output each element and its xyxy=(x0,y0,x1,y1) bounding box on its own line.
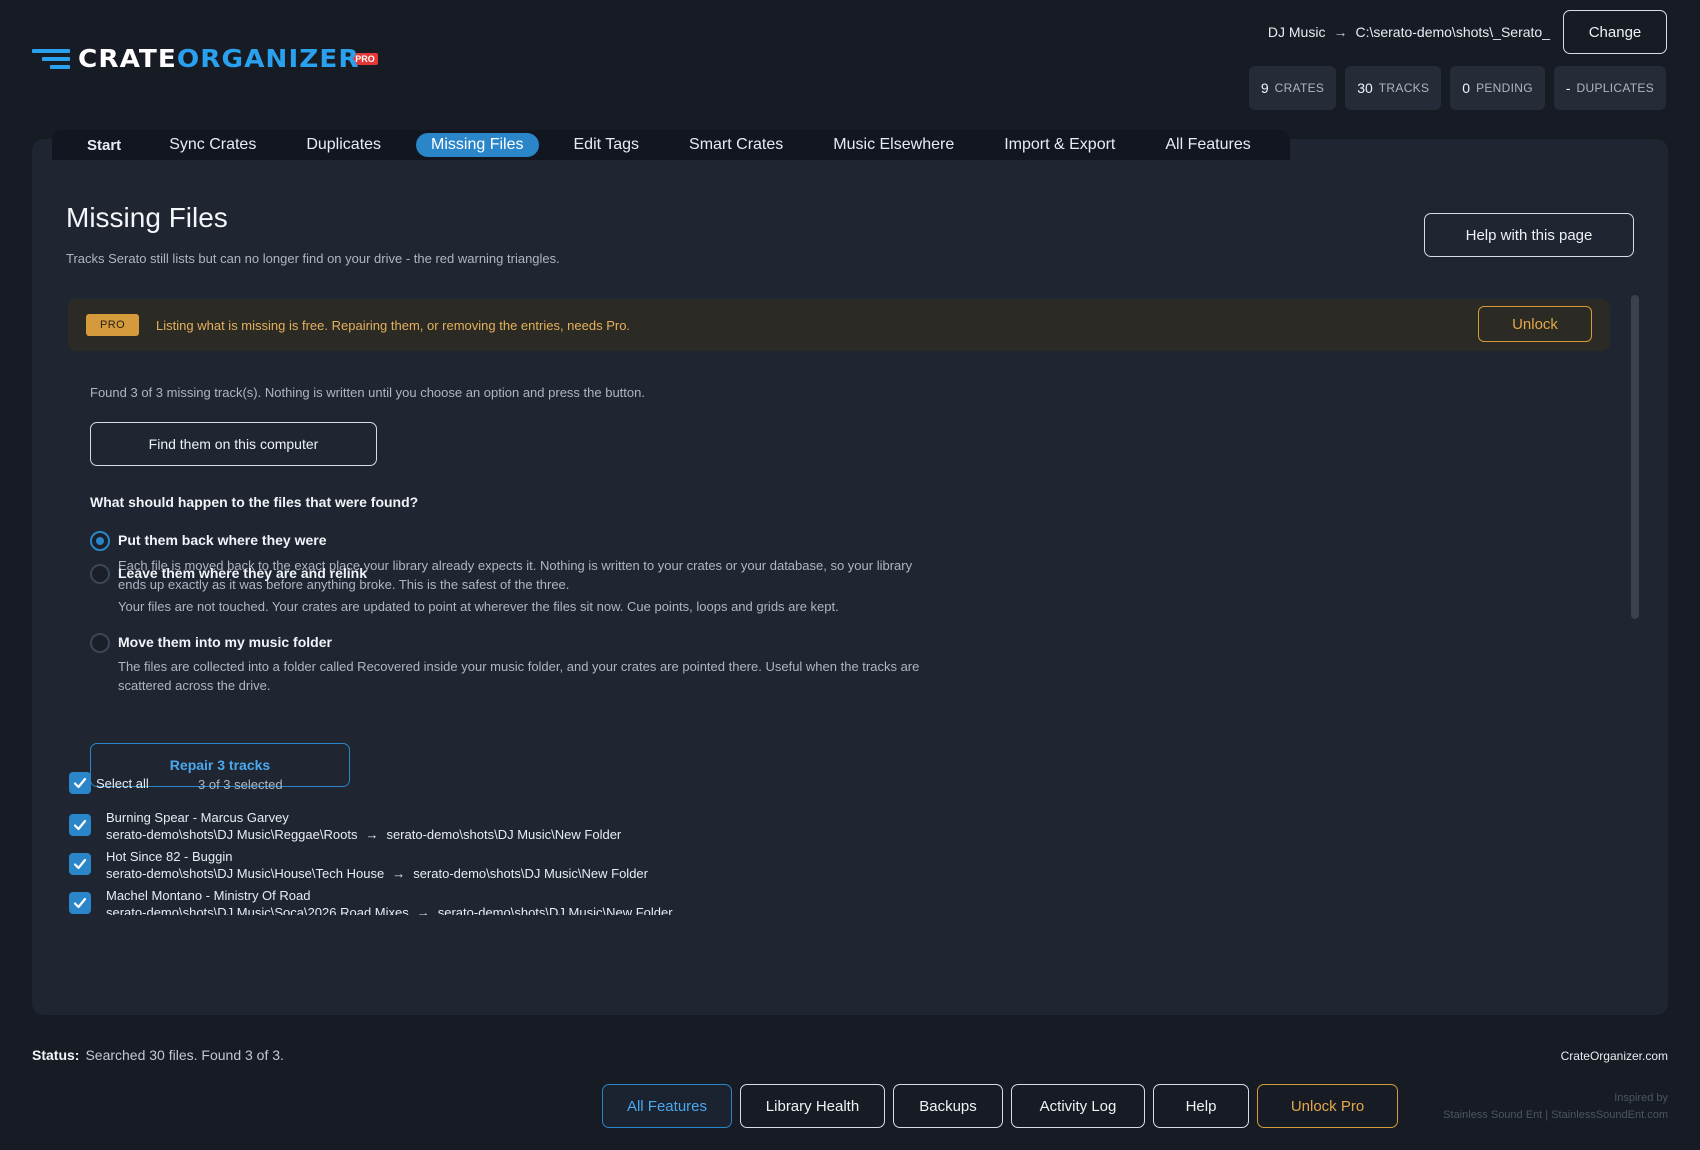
tab-smart-crates[interactable]: Smart Crates xyxy=(674,133,798,157)
tab-bar: Start Sync Crates Duplicates Missing Fil… xyxy=(52,130,1290,160)
track-checkbox[interactable] xyxy=(69,892,91,914)
scroll-clip xyxy=(32,915,1668,1015)
track-from: serato-demo\shots\DJ Music\House\Tech Ho… xyxy=(106,866,385,881)
tab-import-export[interactable]: Import & Export xyxy=(989,133,1130,157)
unlock-pro-button[interactable]: Unlock Pro xyxy=(1257,1084,1398,1128)
track-path: serato-demo\shots\DJ Music\Reggae\Roots →… xyxy=(106,827,621,842)
inspired-line-2: Stainless Sound Ent | StainlessSoundEnt.… xyxy=(1443,1109,1668,1121)
backups-button[interactable]: Backups xyxy=(893,1084,1003,1128)
page-title: Missing Files xyxy=(66,202,228,233)
tab-sync-crates[interactable]: Sync Crates xyxy=(154,133,271,157)
tab-start[interactable]: Start xyxy=(72,134,136,157)
options-question: What should happen to the files that wer… xyxy=(90,494,419,510)
help-footer-button[interactable]: Help xyxy=(1153,1084,1249,1128)
stat-crates-value: 9 xyxy=(1260,80,1269,96)
radio-put-back[interactable] xyxy=(90,531,110,551)
track-path: serato-demo\shots\DJ Music\House\Tech Ho… xyxy=(106,866,648,881)
option-relink-desc: Your files are not touched. Your crates … xyxy=(118,599,839,614)
selected-count: 3 of 3 selected xyxy=(198,777,283,792)
pro-badge: PRO xyxy=(86,314,140,336)
stat-crates-label: CRATES xyxy=(1274,81,1325,95)
tab-music-elsewhere[interactable]: Music Elsewhere xyxy=(818,133,969,157)
track-to: serato-demo\shots\DJ Music\New Folder xyxy=(386,827,622,842)
stat-duplicates: - DUPLICATES xyxy=(1553,66,1666,110)
app-logo: CRATEORGANIZER PRO xyxy=(32,44,378,73)
all-features-button[interactable]: All Features xyxy=(602,1084,732,1128)
radio-relink[interactable] xyxy=(90,564,110,584)
status-bar: Status: Searched 30 files. Found 3 of 3. xyxy=(32,1047,284,1063)
track-title: Hot Since 82 - Buggin xyxy=(106,849,233,864)
stat-tracks-value: 30 xyxy=(1357,80,1373,96)
tab-duplicates[interactable]: Duplicates xyxy=(291,133,396,157)
stat-duplicates-label: DUPLICATES xyxy=(1576,81,1654,95)
track-checkbox[interactable] xyxy=(69,814,91,836)
arrow-icon: → xyxy=(1333,24,1348,40)
arrow-icon: → xyxy=(365,827,379,842)
inspired-line-1: Inspired by xyxy=(1614,1092,1668,1104)
stat-tracks-label: TRACKS xyxy=(1378,81,1430,95)
activity-log-button[interactable]: Activity Log xyxy=(1011,1084,1145,1128)
pro-banner-text: Listing what is missing is free. Repairi… xyxy=(156,317,631,333)
logo-text-crate: CRATE xyxy=(78,44,177,73)
library-path: DJ Music → C:\serato-demo\shots\_Serato_ xyxy=(1268,24,1550,40)
change-library-button[interactable]: Change xyxy=(1563,10,1667,54)
logo-mark-icon xyxy=(32,48,70,69)
library-health-button[interactable]: Library Health xyxy=(740,1084,885,1128)
option-relink-label[interactable]: Leave them where they are and relink xyxy=(118,565,367,581)
status-label: Status: xyxy=(32,1047,80,1063)
found-summary: Found 3 of 3 missing track(s). Nothing i… xyxy=(90,385,645,400)
scrollbar-thumb[interactable] xyxy=(1631,295,1639,619)
library-name: DJ Music xyxy=(1267,24,1326,40)
main-panel: Missing Files Tracks Serato still lists … xyxy=(32,139,1668,1015)
option-move-desc: The files are collected into a folder ca… xyxy=(118,659,920,693)
stat-pending: 0 PENDING xyxy=(1450,66,1545,110)
stat-crates: 9 CRATES xyxy=(1248,66,1337,110)
track-title: Burning Spear - Marcus Garvey xyxy=(106,810,289,825)
footer-buttons: All Features Library Health Backups Acti… xyxy=(602,1084,1398,1128)
find-files-button[interactable]: Find them on this computer xyxy=(90,422,377,466)
tab-missing-files[interactable]: Missing Files xyxy=(416,133,539,157)
library-path-text: C:\serato-demo\shots\_Serato_ xyxy=(1355,24,1550,40)
tab-edit-tags[interactable]: Edit Tags xyxy=(559,133,655,157)
checkmark-icon xyxy=(73,858,87,870)
tab-all-features[interactable]: All Features xyxy=(1150,133,1265,157)
stat-pending-value: 0 xyxy=(1462,80,1471,96)
status-text: Searched 30 files. Found 3 of 3. xyxy=(85,1047,284,1063)
logo-text-organizer: ORGANIZER xyxy=(176,44,360,73)
checkmark-icon xyxy=(73,819,87,831)
track-from: serato-demo\shots\DJ Music\Reggae\Roots xyxy=(106,827,358,842)
stat-duplicates-value: - xyxy=(1565,80,1571,96)
option-put-back-label[interactable]: Put them back where they were xyxy=(118,532,327,548)
page-subtitle: Tracks Serato still lists but can no lon… xyxy=(66,251,560,266)
checkmark-icon xyxy=(73,897,87,909)
track-title: Machel Montano - Ministry Of Road xyxy=(106,888,311,903)
help-button[interactable]: Help with this page xyxy=(1424,213,1634,257)
option-move-label[interactable]: Move them into my music folder xyxy=(118,634,332,650)
site-link[interactable]: CrateOrganizer.com xyxy=(1561,1049,1668,1063)
library-stats: 9 CRATES 30 TRACKS 0 PENDING - DUPLICATES xyxy=(1248,66,1666,110)
pro-banner: PRO Listing what is missing is free. Rep… xyxy=(68,299,1610,351)
select-all-label[interactable]: Select all xyxy=(96,776,149,791)
stat-pending-label: PENDING xyxy=(1476,81,1533,95)
checkmark-icon xyxy=(73,777,87,789)
arrow-icon: → xyxy=(392,866,406,881)
select-all-checkbox[interactable] xyxy=(69,772,91,794)
track-to: serato-demo\shots\DJ Music\New Folder xyxy=(413,866,648,881)
inspired-by: Inspired by Stainless Sound Ent | Stainl… xyxy=(1443,1090,1668,1124)
track-checkbox[interactable] xyxy=(69,853,91,875)
stat-tracks: 30 TRACKS xyxy=(1345,66,1442,110)
radio-move[interactable] xyxy=(90,633,110,653)
unlock-button[interactable]: Unlock xyxy=(1478,306,1592,342)
